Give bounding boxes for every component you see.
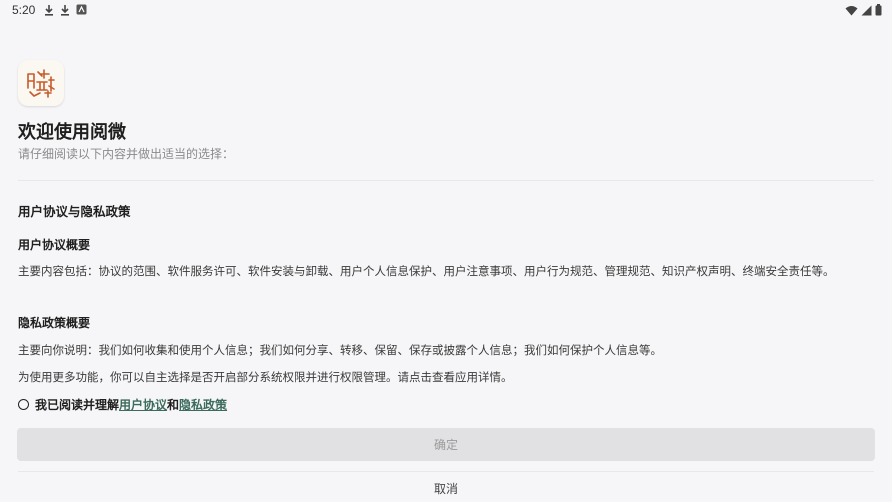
divider [18,180,874,181]
battery-icon [875,4,882,16]
wifi-icon [845,5,858,16]
privacy-policy-link[interactable]: 隐私政策 [179,396,227,413]
yuewei-logo-icon [27,69,55,98]
user-agreement-summary: 主要内容包括：协议的范围、软件服务许可、软件安装与卸载、用户个人信息保护、用户注… [18,264,835,278]
signal-icon [861,5,872,16]
status-right-icons [845,4,882,16]
download-icon [44,4,54,16]
agree-conjunction: 和 [167,398,180,412]
agree-radio[interactable] [18,399,29,410]
status-left-icons [44,4,87,16]
policy-heading: 用户协议与隐私政策 [18,204,131,219]
divider [18,471,874,472]
permission-note[interactable]: 为使用更多功能，你可以自主选择是否开启部分系统权限并进行权限管理。请点击查看应用… [18,368,872,386]
agree-row[interactable]: 我已阅读并理解 用户协议 和 隐私政策 [18,396,227,413]
page-title: 欢迎使用阅微 [18,122,126,143]
confirm-button[interactable]: 确定 [17,428,875,461]
status-bar: 5:20 [0,0,892,22]
privacy-summary: 主要向你说明：我们如何收集和使用个人信息；我们如何分享、转移、保留、保存或披露个… [18,343,662,357]
app-logo [18,60,64,106]
user-agreement-link[interactable]: 用户协议 [119,396,167,413]
status-time: 5:20 [12,3,36,17]
user-agreement-heading: 用户协议概要 [18,238,91,252]
download-icon [60,4,70,16]
cancel-button[interactable]: 取消 [17,474,875,502]
privacy-heading: 隐私政策概要 [18,316,91,330]
agree-prefix: 我已阅读并理解 [35,398,120,412]
app-notification-icon [76,4,87,16]
page-subtitle: 请仔细阅读以下内容并做出适当的选择： [18,147,235,161]
